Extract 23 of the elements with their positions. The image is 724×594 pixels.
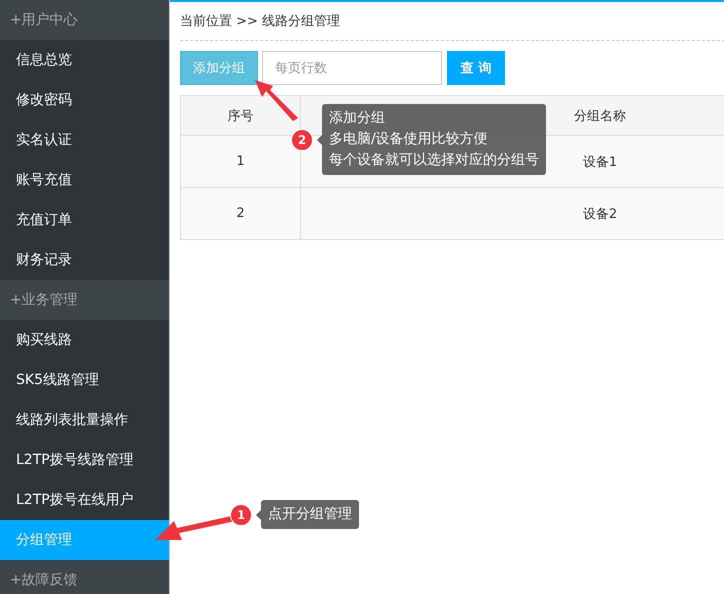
sidebar-item[interactable]: SK5线路管理 <box>0 360 169 400</box>
sidebar-item[interactable]: 信息总览 <box>0 40 169 80</box>
sidebar-item[interactable]: 实名认证 <box>0 120 169 160</box>
breadcrumb: 当前位置 >> 线路分组管理 <box>180 2 724 41</box>
table-cell: 设备2 <box>300 188 724 240</box>
sidebar-item[interactable]: 账号充值 <box>0 160 169 200</box>
sidebar-item[interactable]: L2TP拨号线路管理 <box>0 440 169 480</box>
tooltip-text: 点开分组管理 <box>268 505 352 524</box>
pointer-arrow <box>255 80 298 121</box>
sidebar-group-header[interactable]: +业务管理 <box>0 280 169 320</box>
sidebar-item[interactable]: 修改密码 <box>0 80 169 120</box>
sidebar-item[interactable]: L2TP拨号在线用户 <box>0 480 169 520</box>
table-cell: 2 <box>180 188 300 240</box>
sidebar-group-header[interactable]: +故障反馈 <box>0 560 169 594</box>
rows-per-page-field[interactable]: 每页行数 <box>262 51 442 85</box>
sidebar-item[interactable]: 财务记录 <box>0 240 169 280</box>
column-header: 序号 <box>180 96 300 136</box>
tooltip-text: 添加分组 <box>329 109 386 128</box>
sidebar-item[interactable]: 充值订单 <box>0 200 169 240</box>
tooltip-text: 每个设备就可以选择对应的分组号 <box>329 151 539 170</box>
sidebar-group-header[interactable]: +用户中心 <box>0 0 169 40</box>
sidebar-item[interactable]: 线路列表批量操作 <box>0 400 169 440</box>
sidebar-item[interactable]: 购买线路 <box>0 320 169 360</box>
